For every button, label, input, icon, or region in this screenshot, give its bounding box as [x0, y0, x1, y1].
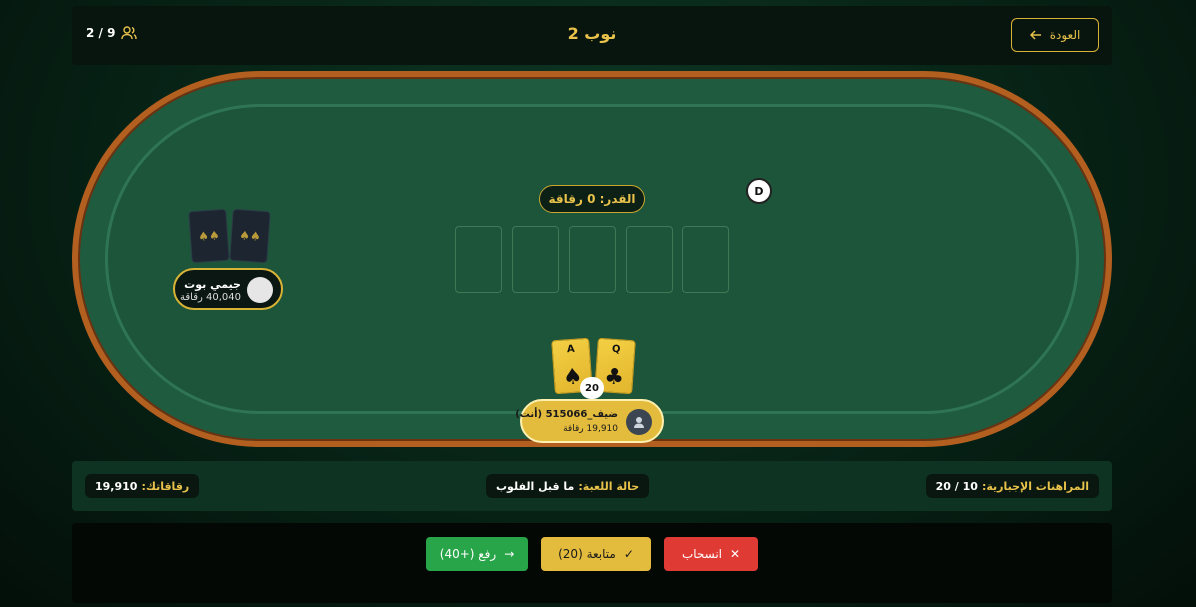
my-chips-value: 19,910: [95, 479, 138, 493]
players-count-value: 2 / 9: [86, 26, 116, 40]
my-chips-pill: رقاقاتك: 19,910: [85, 474, 200, 498]
arrow-left-icon: [1029, 30, 1041, 40]
back-button-label: العودة: [1049, 28, 1081, 42]
game-status-pill: حالة اللعبة: ما قبل الفلوب: [486, 474, 650, 498]
game-status-label: حالة اللعبة:: [578, 479, 640, 493]
hero-bet-chip: 20: [580, 377, 604, 399]
check-icon: ✓: [623, 547, 634, 561]
blinds-label: المراهنات الإجبارية:: [981, 479, 1089, 493]
hero-card-rank: Q: [611, 343, 621, 356]
hero-card-rank: A: [566, 343, 576, 356]
blinds-value: 10 / 20: [935, 479, 978, 493]
action-bar: ✕ انسحاب ✓ متابعة (20) → رفع (+40): [72, 523, 1112, 603]
blinds-pill: المراهنات الإجبارية: 10 / 20: [925, 474, 1099, 498]
pot-display: القدر: 0 رقاقة: [539, 185, 645, 213]
raise-button[interactable]: → رفع (+40): [426, 537, 528, 571]
fold-button[interactable]: ✕ انسحاب: [664, 537, 758, 571]
opponent-card-back: ♠♠: [229, 208, 271, 264]
opponent-name: جيمي بوت: [184, 278, 241, 291]
hero-chips: 19,910 رقاقة: [563, 424, 618, 434]
community-card-slot: [626, 226, 673, 293]
hero-name: ضيف_515066 (أنت): [515, 409, 618, 420]
back-button[interactable]: العودة: [1011, 18, 1099, 52]
hero-seat: ضيف_515066 (أنت) 19,910 رقاقة: [515, 399, 664, 443]
players-count: 2 / 9: [86, 26, 138, 40]
users-icon: [121, 26, 138, 40]
raise-button-label: رفع (+40): [439, 547, 497, 561]
close-icon: ✕: [730, 547, 741, 561]
opponent-seat: جيمي بوت 40,040 رقاقة: [173, 268, 283, 310]
community-card-slot: [512, 226, 559, 293]
opponent-card-back: ♠♠: [188, 208, 230, 264]
community-card-slot: [569, 226, 616, 293]
opponent-avatar: [247, 277, 273, 303]
opponent-chips: 40,040 رقاقة: [180, 292, 241, 303]
call-button[interactable]: ✓ متابعة (20): [541, 537, 651, 571]
call-button-label: متابعة (20): [558, 547, 616, 561]
table-title: نوب 2: [567, 24, 617, 43]
info-bar: المراهنات الإجبارية: 10 / 20 حالة اللعبة…: [72, 461, 1112, 511]
dealer-button: D: [746, 178, 772, 204]
community-card-slot: [682, 226, 729, 293]
my-chips-label: رقاقاتك:: [141, 479, 190, 493]
game-status-value: ما قبل الفلوب: [496, 479, 575, 493]
user-avatar-icon: [626, 409, 652, 435]
community-card-slot: [455, 226, 502, 293]
arrow-right-icon: →: [504, 547, 515, 561]
top-bar: 2 / 9 نوب 2 العودة: [72, 6, 1112, 65]
fold-button-label: انسحاب: [681, 547, 723, 561]
